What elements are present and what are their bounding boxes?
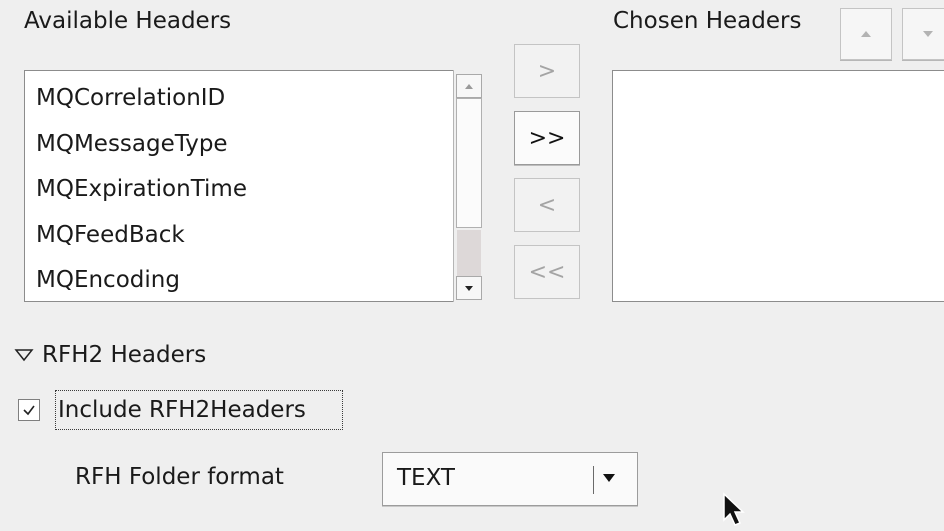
expand-triangle-icon xyxy=(14,349,34,362)
available-headers-scrollbar[interactable] xyxy=(453,70,484,302)
rfh-folder-format-label: RFH Folder format xyxy=(75,464,284,490)
move-up-icon xyxy=(861,31,871,37)
chevron-down-icon xyxy=(465,285,473,291)
scrollbar-track[interactable] xyxy=(457,230,481,276)
scroll-down-button[interactable] xyxy=(456,276,482,300)
list-item[interactable]: MQFeedBack xyxy=(36,218,247,264)
rfh-folder-format-select[interactable]: TEXT xyxy=(382,452,638,506)
rfh-folder-format-value: TEXT xyxy=(397,465,455,491)
remove-all-button[interactable]: << xyxy=(514,245,580,299)
move-down-button[interactable] xyxy=(902,8,944,60)
include-rfh2-label: Include RFH2Headers xyxy=(58,397,306,423)
available-headers-title: Available Headers xyxy=(24,8,232,34)
list-item[interactable]: MQCorrelationID xyxy=(36,81,247,127)
checkmark-icon xyxy=(23,405,35,416)
add-all-button[interactable]: >> xyxy=(514,111,580,165)
include-rfh2-label-focus[interactable]: Include RFH2Headers xyxy=(55,390,343,430)
combo-separator xyxy=(593,466,594,494)
available-headers-list[interactable]: MQCorrelationID MQMessageType MQExpirati… xyxy=(24,70,484,302)
chevron-up-icon xyxy=(465,83,473,89)
move-down-icon xyxy=(923,31,933,37)
rfh2-section-toggle[interactable]: RFH2 Headers xyxy=(14,342,206,368)
list-item[interactable]: MQMessageType xyxy=(36,127,247,173)
chosen-headers-list[interactable] xyxy=(612,70,944,302)
dropdown-arrow-icon xyxy=(603,474,615,482)
scrollbar-thumb[interactable] xyxy=(456,98,482,228)
list-item[interactable]: MQExpirationTime xyxy=(36,172,247,218)
rfh2-section-label: RFH2 Headers xyxy=(42,342,207,368)
add-selected-button[interactable]: > xyxy=(514,44,580,98)
remove-selected-button[interactable]: < xyxy=(514,178,580,232)
chosen-headers-title: Chosen Headers xyxy=(613,8,802,34)
mouse-cursor-icon xyxy=(723,492,745,526)
list-item[interactable]: MQEncoding xyxy=(36,263,247,301)
scroll-up-button[interactable] xyxy=(456,74,482,98)
move-up-button[interactable] xyxy=(840,8,892,60)
include-rfh2-checkbox[interactable] xyxy=(18,399,40,421)
